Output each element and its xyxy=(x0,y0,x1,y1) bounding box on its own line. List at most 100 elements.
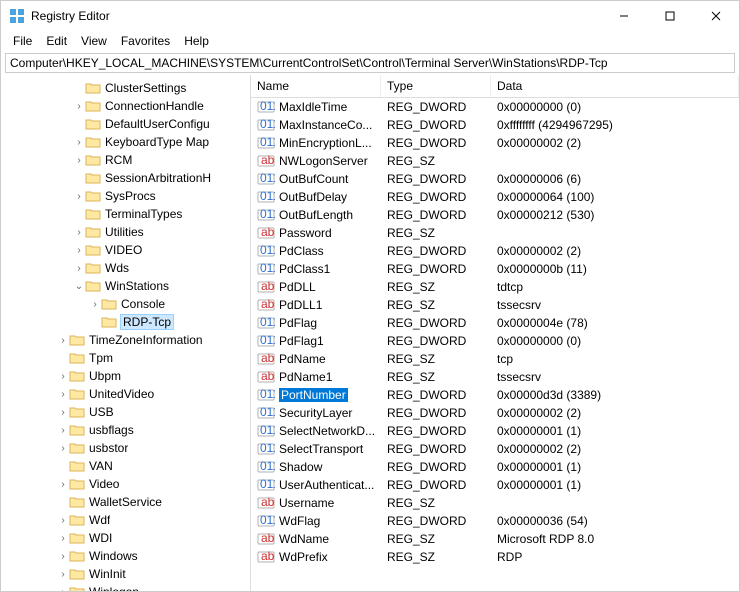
menu-favorites[interactable]: Favorites xyxy=(115,32,176,50)
chevron-right-icon[interactable]: › xyxy=(73,191,85,202)
value-type: REG_DWORD xyxy=(381,262,491,276)
value-type: REG_DWORD xyxy=(381,514,491,528)
tree-item[interactable]: ›KeyboardType Map xyxy=(1,133,250,151)
column-header-data[interactable]: Data xyxy=(491,75,739,97)
registry-value-row[interactable]: 011SecurityLayerREG_DWORD0x00000002 (2) xyxy=(251,404,739,422)
tree-item[interactable]: ›VIDEO xyxy=(1,241,250,259)
tree-item-label: Console xyxy=(121,297,165,311)
tree-item[interactable]: › Console xyxy=(1,295,250,313)
value-name: UserAuthenticat... xyxy=(279,478,374,492)
registry-value-row[interactable]: 011PdFlag1REG_DWORD0x00000000 (0) xyxy=(251,332,739,350)
tree-item[interactable]: TerminalTypes xyxy=(1,205,250,223)
menu-edit[interactable]: Edit xyxy=(40,32,73,50)
value-name: MaxInstanceCo... xyxy=(279,118,372,132)
registry-value-row[interactable]: 011MinEncryptionL...REG_DWORD0x00000002 … xyxy=(251,134,739,152)
value-name-cell: 011PdFlag xyxy=(251,316,381,330)
chevron-right-icon[interactable]: › xyxy=(57,389,69,400)
registry-value-row[interactable]: 011PortNumberREG_DWORD0x00000d3d (3389) xyxy=(251,386,739,404)
tree-item[interactable]: › USB xyxy=(1,403,250,421)
menu-view[interactable]: View xyxy=(75,32,113,50)
tree-item[interactable]: ClusterSettings xyxy=(1,79,250,97)
menu-file[interactable]: File xyxy=(7,32,38,50)
tree-item[interactable]: ›Windows xyxy=(1,547,250,565)
chevron-right-icon[interactable]: › xyxy=(57,533,69,544)
tree-item[interactable]: ›UnitedVideo xyxy=(1,385,250,403)
tree-item[interactable]: ›WDI xyxy=(1,529,250,547)
tree-item[interactable]: ›Utilities xyxy=(1,223,250,241)
tree-item[interactable]: SessionArbitrationH xyxy=(1,169,250,187)
chevron-right-icon[interactable]: › xyxy=(57,371,69,382)
address-bar[interactable]: Computer\HKEY_LOCAL_MACHINE\SYSTEM\Curre… xyxy=(5,53,735,73)
tree-item[interactable]: ›TimeZoneInformation xyxy=(1,331,250,349)
registry-value-row[interactable]: 011PdClassREG_DWORD0x00000002 (2) xyxy=(251,242,739,260)
chevron-right-icon[interactable]: › xyxy=(57,569,69,580)
registry-value-row[interactable]: abNWLogonServerREG_SZ xyxy=(251,152,739,170)
maximize-button[interactable] xyxy=(647,1,693,31)
tree-item[interactable]: WalletService xyxy=(1,493,250,511)
chevron-down-icon[interactable]: ⌄ xyxy=(73,281,85,292)
chevron-right-icon[interactable]: › xyxy=(57,551,69,562)
chevron-right-icon[interactable]: › xyxy=(57,443,69,454)
menu-help[interactable]: Help xyxy=(178,32,215,50)
registry-value-row[interactable]: 011SelectNetworkD...REG_DWORD0x00000001 … xyxy=(251,422,739,440)
chevron-right-icon[interactable]: › xyxy=(73,227,85,238)
tree-item[interactable]: ›usbstor xyxy=(1,439,250,457)
registry-value-row[interactable]: 011UserAuthenticat...REG_DWORD0x00000001… xyxy=(251,476,739,494)
tree-item-label: USB xyxy=(89,405,114,419)
chevron-right-icon[interactable]: › xyxy=(57,335,69,346)
registry-value-row[interactable]: abPdNameREG_SZtcp xyxy=(251,350,739,368)
tree-item[interactable]: DefaultUserConfigu xyxy=(1,115,250,133)
registry-value-row[interactable]: abPdDLL1REG_SZtssecsrv xyxy=(251,296,739,314)
column-header-type[interactable]: Type xyxy=(381,75,491,97)
tree-item[interactable]: ›Wdf xyxy=(1,511,250,529)
registry-value-row[interactable]: 011ShadowREG_DWORD0x00000001 (1) xyxy=(251,458,739,476)
chevron-right-icon[interactable]: › xyxy=(73,137,85,148)
tree-item[interactable]: ⌄WinStations xyxy=(1,277,250,295)
registry-value-row[interactable]: 011OutBufLengthREG_DWORD0x00000212 (530) xyxy=(251,206,739,224)
registry-value-row[interactable]: abWdPrefixREG_SZRDP xyxy=(251,548,739,566)
chevron-right-icon[interactable]: › xyxy=(57,425,69,436)
close-button[interactable] xyxy=(693,1,739,31)
folder-icon xyxy=(69,549,85,563)
registry-value-row[interactable]: 011WdFlagREG_DWORD0x00000036 (54) xyxy=(251,512,739,530)
tree-item[interactable]: ›SysProcs xyxy=(1,187,250,205)
registry-value-row[interactable]: abPdName1REG_SZtssecsrv xyxy=(251,368,739,386)
column-header-name[interactable]: Name xyxy=(251,75,381,97)
chevron-right-icon[interactable]: › xyxy=(57,515,69,526)
chevron-right-icon[interactable]: › xyxy=(73,101,85,112)
tree-item[interactable]: ›RCM xyxy=(1,151,250,169)
registry-value-row[interactable]: 011SelectTransportREG_DWORD0x00000002 (2… xyxy=(251,440,739,458)
chevron-right-icon[interactable]: › xyxy=(73,245,85,256)
chevron-right-icon[interactable]: › xyxy=(57,587,69,592)
minimize-button[interactable] xyxy=(601,1,647,31)
tree-item[interactable]: ›ConnectionHandle xyxy=(1,97,250,115)
tree-item[interactable]: › Ubpm xyxy=(1,367,250,385)
tree-item[interactable]: Tpm xyxy=(1,349,250,367)
tree-item[interactable]: ›Winlogon xyxy=(1,583,250,591)
chevron-right-icon[interactable]: › xyxy=(89,299,101,310)
registry-value-row[interactable]: abPdDLLREG_SZtdtcp xyxy=(251,278,739,296)
value-name-cell: 011SelectNetworkD... xyxy=(251,424,381,438)
chevron-right-icon[interactable]: › xyxy=(57,479,69,490)
registry-value-row[interactable]: 011MaxInstanceCo...REG_DWORD0xffffffff (… xyxy=(251,116,739,134)
tree-item[interactable]: ›Video xyxy=(1,475,250,493)
tree-item[interactable]: RDP-Tcp xyxy=(1,313,250,331)
tree-item[interactable]: ›Wds xyxy=(1,259,250,277)
registry-value-row[interactable]: 011MaxIdleTimeREG_DWORD0x00000000 (0) xyxy=(251,98,739,116)
tree-item[interactable]: VAN xyxy=(1,457,250,475)
registry-value-row[interactable]: abPasswordREG_SZ xyxy=(251,224,739,242)
tree-item[interactable]: ›WinInit xyxy=(1,565,250,583)
svg-text:011: 011 xyxy=(260,406,275,419)
registry-value-row[interactable]: abWdNameREG_SZMicrosoft RDP 8.0 xyxy=(251,530,739,548)
registry-value-row[interactable]: 011OutBufDelayREG_DWORD0x00000064 (100) xyxy=(251,188,739,206)
registry-value-row[interactable]: abUsernameREG_SZ xyxy=(251,494,739,512)
tree-panel[interactable]: ClusterSettings›ConnectionHandleDefaultU… xyxy=(1,75,251,591)
registry-value-row[interactable]: 011PdClass1REG_DWORD0x0000000b (11) xyxy=(251,260,739,278)
chevron-right-icon[interactable]: › xyxy=(73,155,85,166)
chevron-right-icon[interactable]: › xyxy=(73,263,85,274)
tree-item-label: Ubpm xyxy=(89,369,121,383)
tree-item[interactable]: ›usbflags xyxy=(1,421,250,439)
chevron-right-icon[interactable]: › xyxy=(57,407,69,418)
registry-value-row[interactable]: 011OutBufCountREG_DWORD0x00000006 (6) xyxy=(251,170,739,188)
registry-value-row[interactable]: 011PdFlagREG_DWORD0x0000004e (78) xyxy=(251,314,739,332)
